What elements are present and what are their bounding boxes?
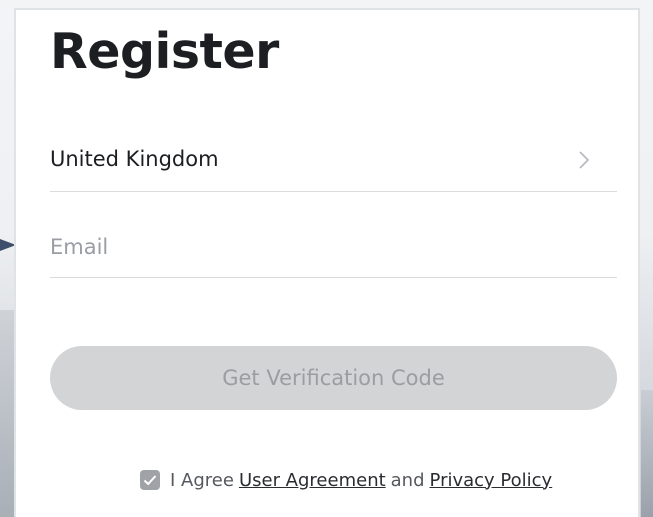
- checkmark-icon: [143, 475, 157, 486]
- country-selector[interactable]: United Kingdom: [50, 135, 617, 192]
- user-agreement-link[interactable]: User Agreement: [239, 470, 386, 491]
- agree-prefix: I Agree: [170, 469, 234, 491]
- background-shadow-right: [641, 390, 653, 517]
- email-input[interactable]: [50, 230, 610, 264]
- privacy-policy-link[interactable]: Privacy Policy: [430, 470, 553, 491]
- agreement-row: I Agree User Agreement and Privacy Polic…: [140, 466, 552, 494]
- agree-connector: and: [390, 469, 425, 491]
- chevron-right-icon: [579, 151, 590, 169]
- get-verification-code-button[interactable]: Get Verification Code: [50, 346, 617, 410]
- email-field-row: [50, 222, 617, 278]
- country-value: United Kingdom: [50, 147, 219, 171]
- page-title: Register: [50, 23, 279, 80]
- agree-checkbox[interactable]: [140, 470, 160, 490]
